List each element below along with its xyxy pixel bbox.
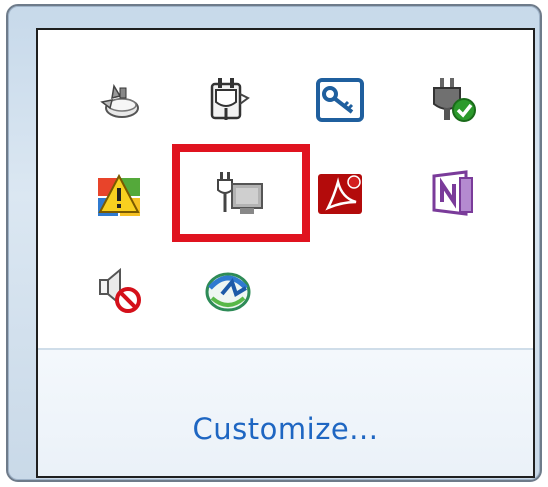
customize-link[interactable]: Customize... <box>38 412 533 446</box>
windows-update-icon[interactable] <box>198 260 258 320</box>
tray-overflow-window: Customize... <box>6 4 542 482</box>
customize-footer: Customize... <box>38 348 533 476</box>
network-connected-icon[interactable] <box>422 70 482 130</box>
security-key-icon[interactable] <box>310 70 370 130</box>
action-center-warning-icon[interactable] <box>90 164 150 224</box>
notification-icons-grid <box>38 30 533 348</box>
highlight-box <box>172 144 310 242</box>
safely-remove-hardware-icon[interactable] <box>90 70 150 130</box>
power-plug-icon[interactable] <box>198 70 258 130</box>
adobe-reader-icon[interactable] <box>310 164 370 224</box>
onenote-icon[interactable] <box>422 164 482 224</box>
volume-muted-icon[interactable] <box>90 260 150 320</box>
tray-overflow-panel: Customize... <box>36 28 535 478</box>
